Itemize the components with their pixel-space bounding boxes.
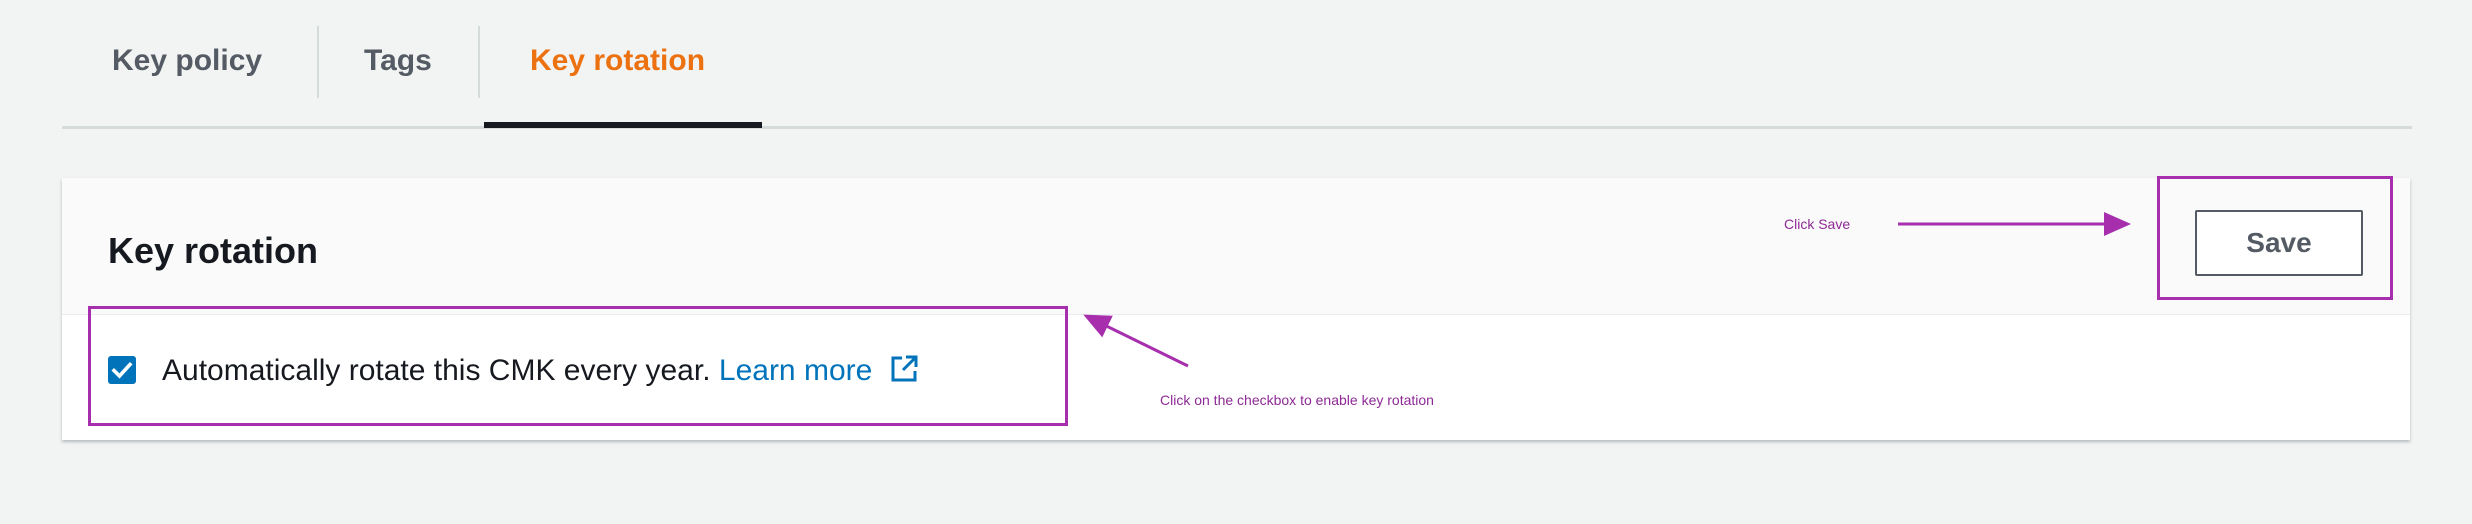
annotation-checkbox-hint: Click on the checkbox to enable key rota… bbox=[1160, 392, 1434, 408]
annotation-arrows bbox=[1083, 212, 2131, 368]
annotation-save-hint: Click Save bbox=[1784, 216, 1851, 232]
checkbox-hint-arrow bbox=[1083, 314, 1189, 368]
